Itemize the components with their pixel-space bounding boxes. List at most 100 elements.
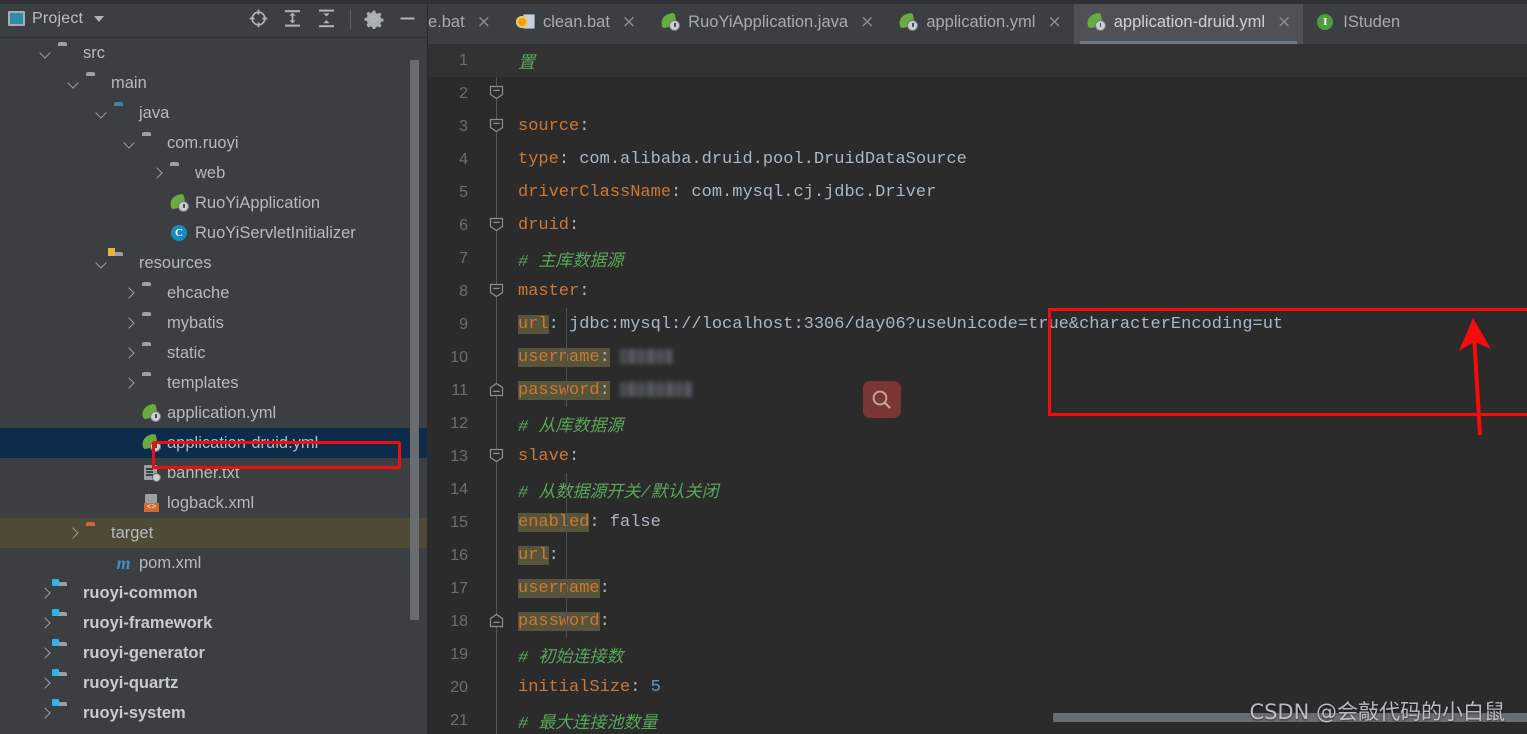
tree-toggle-collapsed-icon[interactable]: [124, 378, 135, 389]
tree-toggle-expanded-icon[interactable]: [68, 78, 79, 89]
fold-gutter[interactable]: [478, 539, 516, 572]
fold-gutter[interactable]: [478, 572, 516, 605]
code-line[interactable]: 19 # 初始连接数: [428, 638, 1527, 671]
tree-toggle-expanded-icon[interactable]: [96, 258, 107, 269]
tree-item-banner-txt[interactable]: banner.txt: [0, 458, 428, 488]
code-line[interactable]: 5 driverClassName: com.mysql.cj.jdbc.Dri…: [428, 176, 1527, 209]
tree-toggle-collapsed-icon[interactable]: [40, 618, 51, 629]
fold-gutter[interactable]: [478, 341, 516, 374]
fold-gutter[interactable]: [478, 473, 516, 506]
tree-toggle-expanded-icon[interactable]: [124, 138, 135, 149]
code-line[interactable]: 15 enabled: false: [428, 506, 1527, 539]
tree-item-web[interactable]: web: [0, 158, 428, 188]
tree-item-ruoyi-system[interactable]: ruoyi-system: [0, 698, 428, 728]
code-line[interactable]: 10 username:: [428, 341, 1527, 374]
fold-gutter[interactable]: [478, 407, 516, 440]
close-icon[interactable]: ×: [1277, 13, 1291, 31]
fold-gutter[interactable]: [478, 374, 516, 407]
tree-toggle-expanded-icon[interactable]: [40, 48, 51, 59]
tree-item-com-ruoyi[interactable]: com.ruoyi: [0, 128, 428, 158]
code-line[interactable]: 16 url:: [428, 539, 1527, 572]
magnifier-icon[interactable]: [863, 381, 901, 418]
code-line[interactable]: 3 source:: [428, 110, 1527, 143]
fold-gutter[interactable]: [478, 209, 516, 242]
tree-item-resources[interactable]: resources: [0, 248, 428, 278]
tree-item-application-druid-yml[interactable]: application-druid.yml: [0, 428, 428, 458]
tree-item-templates[interactable]: templates: [0, 368, 428, 398]
fold-collapse-icon[interactable]: [489, 118, 504, 133]
tree-toggle-collapsed-icon[interactable]: [124, 288, 135, 299]
code-line[interactable]: 13 slave:: [428, 440, 1527, 473]
tree-toggle-expanded-icon[interactable]: [96, 108, 107, 119]
editor-tabbar[interactable]: e.bat × clean.bat × RuoYiApplication.java × ap…: [428, 0, 1527, 44]
close-icon[interactable]: ×: [477, 13, 491, 31]
tree-item-ruoyi-quartz[interactable]: ruoyi-quartz: [0, 668, 428, 698]
tree-toggle-collapsed-icon[interactable]: [40, 648, 51, 659]
fold-collapse-icon[interactable]: [489, 382, 504, 397]
code-line[interactable]: 17 username:: [428, 572, 1527, 605]
editor-tab-application-druid-yml[interactable]: application-druid.yml ×: [1073, 0, 1304, 44]
tree-toggle-collapsed-icon[interactable]: [152, 168, 163, 179]
locate-icon[interactable]: [248, 8, 269, 29]
tree-item-application-yml[interactable]: application.yml: [0, 398, 428, 428]
tree-item-mybatis[interactable]: mybatis: [0, 308, 428, 338]
fold-gutter[interactable]: [478, 440, 516, 473]
code-editor[interactable]: 1 置 2 3 source: 4 type: com.alibaba.druid.poo…: [428, 44, 1527, 734]
project-tree[interactable]: src main java com.ruoyi web RuoYiApplication C…: [0, 38, 428, 734]
fold-collapse-icon[interactable]: [489, 448, 504, 463]
close-icon[interactable]: ×: [860, 13, 874, 31]
editor-tab-e-bat[interactable]: e.bat ×: [428, 0, 503, 44]
code-line[interactable]: 6 druid:: [428, 209, 1527, 242]
tree-toggle-collapsed-icon[interactable]: [124, 318, 135, 329]
fold-gutter[interactable]: [478, 110, 516, 143]
fold-gutter[interactable]: [478, 242, 516, 275]
tree-item-main[interactable]: main: [0, 68, 428, 98]
code-line[interactable]: 7 # 主库数据源: [428, 242, 1527, 275]
minimize-icon[interactable]: [397, 8, 418, 29]
close-icon[interactable]: ×: [1047, 13, 1061, 31]
tree-toggle-collapsed-icon[interactable]: [124, 348, 135, 359]
tree-toggle-collapsed-icon[interactable]: [40, 708, 51, 719]
tree-toggle-collapsed-icon[interactable]: [40, 678, 51, 689]
fold-gutter[interactable]: [478, 506, 516, 539]
tree-item-static[interactable]: static: [0, 338, 428, 368]
editor-tab-istuden[interactable]: I IStuden: [1303, 0, 1412, 44]
fold-gutter[interactable]: [478, 143, 516, 176]
expand-all-icon[interactable]: [282, 8, 303, 29]
close-icon[interactable]: ×: [622, 13, 636, 31]
fold-gutter[interactable]: [478, 308, 516, 341]
tree-item-ruoyi-framework[interactable]: ruoyi-framework: [0, 608, 428, 638]
code-line[interactable]: 11 password:: [428, 374, 1527, 407]
fold-collapse-icon[interactable]: [489, 217, 504, 232]
tree-toggle-collapsed-icon[interactable]: [68, 528, 79, 539]
tree-toggle-collapsed-icon[interactable]: [40, 588, 51, 599]
tree-item-ruoyi-common[interactable]: ruoyi-common: [0, 578, 428, 608]
code-line[interactable]: 18 password:: [428, 605, 1527, 638]
code-line[interactable]: 8 master:: [428, 275, 1527, 308]
code-line[interactable]: 14 # 从数据源开关/默认关闭: [428, 473, 1527, 506]
tree-item-ruoyiapplication[interactable]: RuoYiApplication: [0, 188, 428, 218]
editor-tab-application-yml[interactable]: application.yml ×: [886, 0, 1073, 44]
fold-collapse-icon[interactable]: [489, 613, 504, 628]
chevron-down-icon[interactable]: [94, 15, 105, 22]
code-line[interactable]: 9 url: jdbc:mysql://localhost:3306/day06…: [428, 308, 1527, 341]
fold-gutter[interactable]: [478, 638, 516, 671]
fold-gutter[interactable]: [478, 275, 516, 308]
tree-item-src[interactable]: src: [0, 38, 428, 68]
fold-gutter[interactable]: [478, 77, 516, 110]
tree-item-ruoyiservletinitializer[interactable]: C RuoYiServletInitializer: [0, 218, 428, 248]
tree-item-ehcache[interactable]: ehcache: [0, 278, 428, 308]
editor-tab-ruoyiapplication-java[interactable]: RuoYiApplication.java ×: [648, 0, 886, 44]
tree-item-ruoyi-generator[interactable]: ruoyi-generator: [0, 638, 428, 668]
fold-gutter[interactable]: [478, 176, 516, 209]
sidebar-scrollbar[interactable]: [410, 60, 419, 620]
code-line[interactable]: 1置: [428, 44, 1527, 77]
editor-tab-clean-bat[interactable]: clean.bat ×: [503, 0, 648, 44]
tree-item-target[interactable]: target: [0, 518, 428, 548]
tree-item-logback-xml[interactable]: <> logback.xml: [0, 488, 428, 518]
gear-icon[interactable]: [364, 9, 384, 29]
fold-gutter[interactable]: [478, 671, 516, 704]
fold-gutter[interactable]: [478, 605, 516, 638]
code-line[interactable]: 12 # 从库数据源: [428, 407, 1527, 440]
fold-collapse-icon[interactable]: [489, 85, 504, 100]
